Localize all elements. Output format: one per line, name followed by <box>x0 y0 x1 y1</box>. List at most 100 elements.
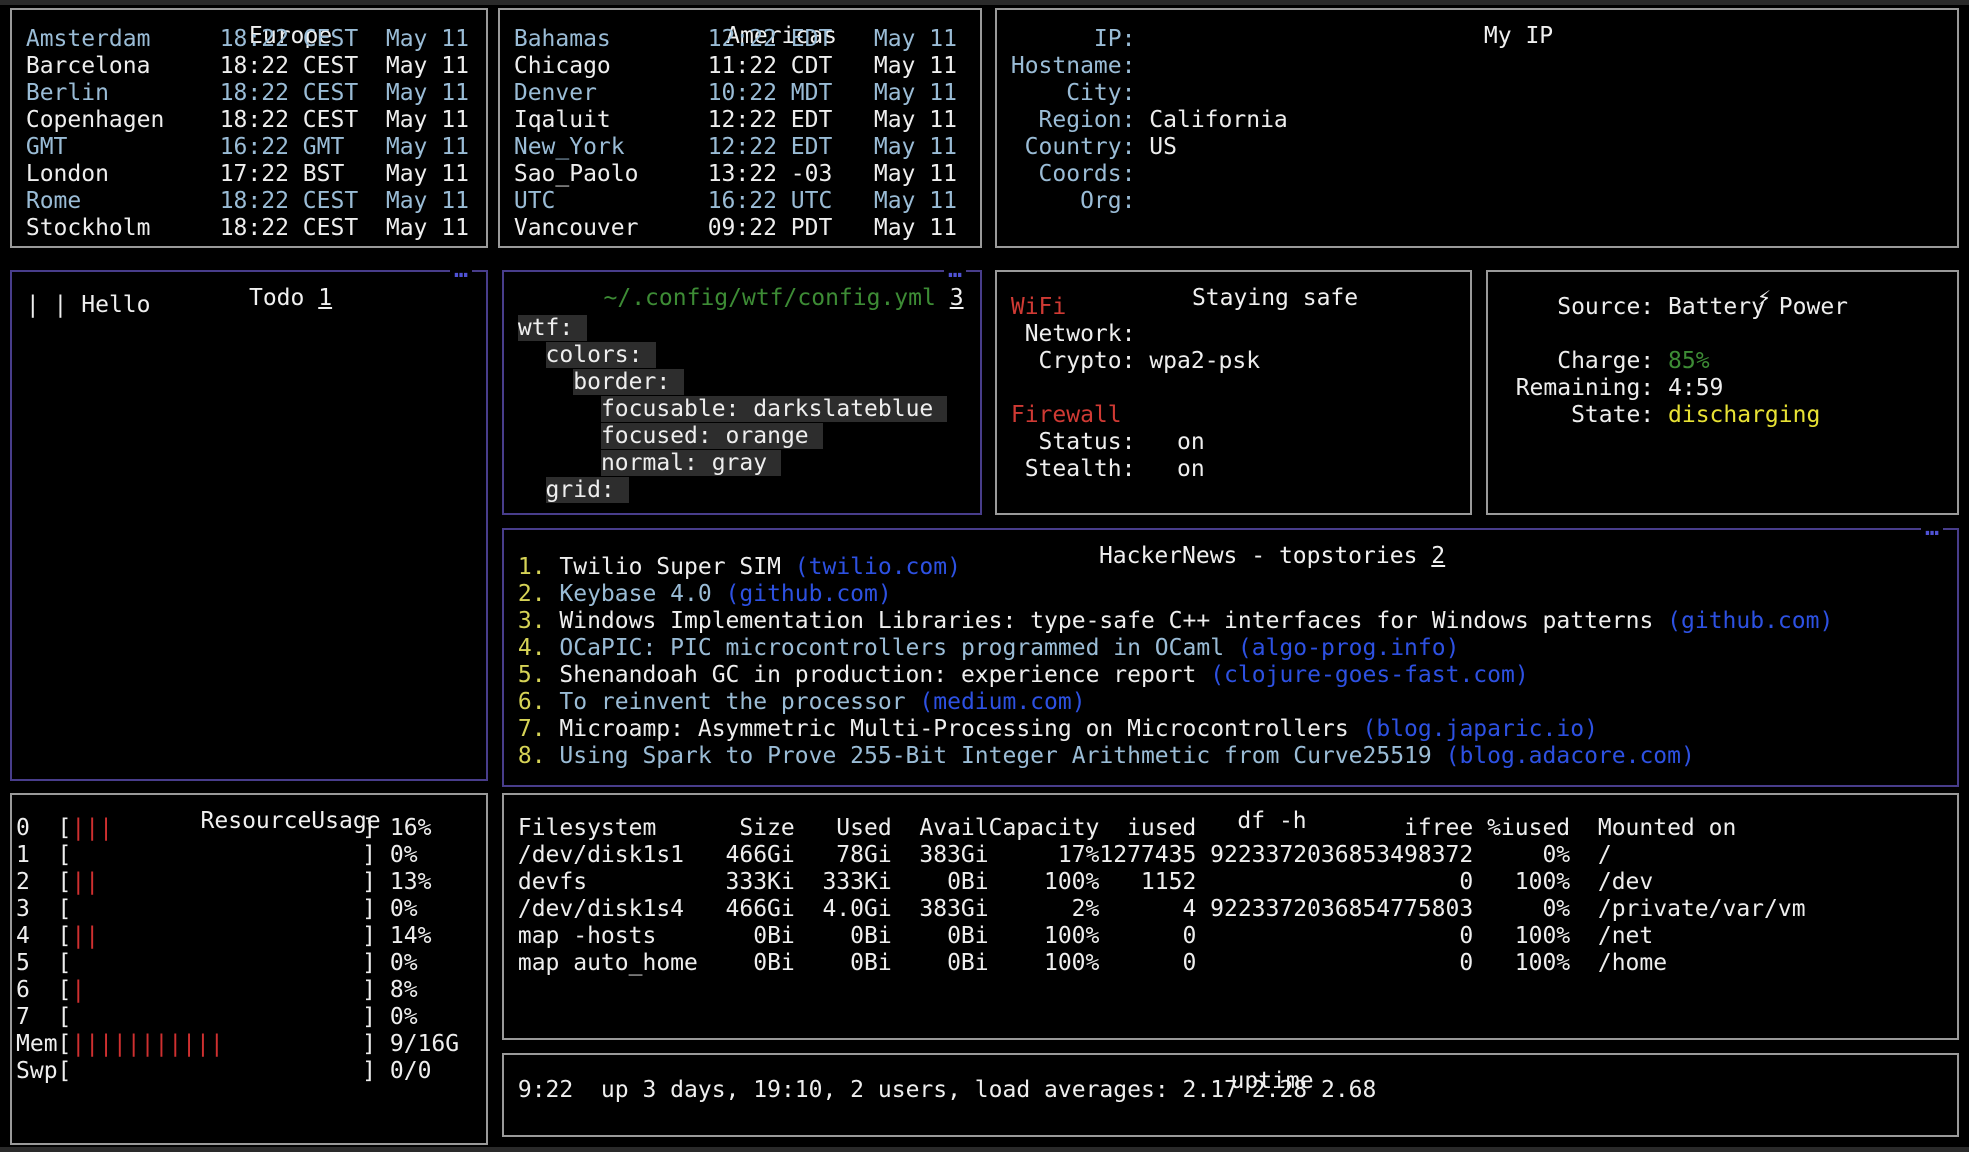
df-mount-point: /private/var/vm <box>1598 896 1806 923</box>
df-iused: 1152 <box>1099 869 1196 896</box>
hackernews-story[interactable]: 7.Microamp: Asymmetric Multi-Processing … <box>518 716 1957 743</box>
resource-gauge-list: 0[|||]16% 1[]0% 2[||]13% 3[]0% 4[||]14% … <box>12 795 486 1085</box>
gauge-bars: ||||||||||| <box>71 1031 362 1058</box>
story-title[interactable]: Shenandoah GC in production: experience … <box>559 662 1196 688</box>
panel-todo[interactable]: Todo 1 … | | Hello <box>10 270 488 781</box>
resource-gauge-row: 2[||]13% <box>16 869 486 896</box>
story-domain-link[interactable]: (algo-prog.info) <box>1238 635 1460 661</box>
clock-timezone: MDT <box>791 80 860 107</box>
df-percent-iused: 100% <box>1473 950 1570 977</box>
df-size: 0Bi <box>698 950 795 977</box>
story-title[interactable]: Windows Implementation Libraries: type-s… <box>559 608 1653 634</box>
clock-row: Copenhagen18:22CESTMay 11 <box>26 107 486 134</box>
df-filesystem: /dev/disk1s1 <box>518 842 698 869</box>
disk-usage-table: FilesystemSizeUsedAvailCapacityiusedifre… <box>504 795 1957 977</box>
story-title[interactable]: Keybase 4.0 <box>559 581 711 607</box>
panel-battery: ⚡ Source:Battery Power Charge:85% Remain… <box>1486 270 1959 515</box>
clock-row: London17:22BSTMay 11 <box>26 161 486 188</box>
story-title[interactable]: Using Spark to Prove 255-Bit Integer Ari… <box>559 743 1431 769</box>
hackernews-story[interactable]: 6. To reinvent the processor (medium.com) <box>518 689 1957 716</box>
hackernews-story[interactable]: 3. Windows Implementation Libraries: type… <box>518 608 1957 635</box>
df-used: 333Ki <box>795 869 892 896</box>
ip-info-label: Country: <box>1011 134 1136 161</box>
clock-time: 12:22 <box>708 134 777 161</box>
df-iused: 0 <box>1099 923 1196 950</box>
config-indent <box>518 450 601 476</box>
clock-date: May 11 <box>386 80 469 107</box>
ip-info-row: Hostname: <box>1011 53 1957 80</box>
story-rank: 6. <box>518 689 546 716</box>
gauge-bars: || <box>71 869 362 896</box>
gauge-bars: ||| <box>71 815 362 842</box>
story-rank: 3. <box>518 608 546 635</box>
clock-city: Amsterdam <box>26 26 220 53</box>
clock-row: UTC16:22UTCMay 11 <box>514 188 980 215</box>
clock-city: Chicago <box>514 53 708 80</box>
clock-list-europe: Amsterdam18:22CESTMay 11 Barcelona18:22C… <box>12 10 486 242</box>
clock-city: Iqaluit <box>514 107 708 134</box>
gauge-label: 1 <box>16 842 58 869</box>
panel-clocks-americas: Americas Bahamas12:22EDTMay 11 Chicago11… <box>498 8 982 248</box>
story-domain-link[interactable]: (twilio.com) <box>795 554 961 580</box>
ip-info-row: Region:California <box>1011 107 1957 134</box>
clock-city: London <box>26 161 220 188</box>
df-capacity: 100% <box>989 950 1100 977</box>
hackernews-story[interactable]: 1.Twilio Super SIM(twilio.com) <box>518 554 1957 581</box>
story-domain-link[interactable]: (blog.adacore.com) <box>1446 743 1695 769</box>
clock-time: 18:22 <box>220 188 289 215</box>
clock-timezone: EDT <box>791 107 860 134</box>
clock-timezone: PDT <box>791 215 860 242</box>
clock-date: May 11 <box>386 53 469 80</box>
story-title[interactable]: OCaPIC: PIC microcontrollers programmed … <box>559 635 1224 661</box>
config-line-text: grid: <box>546 477 629 503</box>
panel-hackernews[interactable]: HackerNews - topstories 2 … 1.Twilio Sup… <box>502 528 1959 787</box>
hackernews-story[interactable]: 5.Shenandoah GC in production: experienc… <box>518 662 1957 689</box>
clock-city: Vancouver <box>514 215 708 242</box>
panel-staying-safe: Staying safe WiFi Network: Crypto: wpa2-… <box>995 270 1472 515</box>
story-domain-link[interactable]: (blog.japaric.io) <box>1363 716 1598 742</box>
clock-time: 11:22 <box>708 53 777 80</box>
clock-time: 18:22 <box>220 26 289 53</box>
df-filesystem: map auto_home <box>518 950 698 977</box>
story-title[interactable]: To reinvent the processor <box>559 689 905 715</box>
security-status-list: WiFi Network: Crypto: wpa2-psk Firewall … <box>997 272 1470 483</box>
df-ifree: 0 <box>1196 950 1473 977</box>
todo-item-text: Hello <box>81 292 150 318</box>
security-status-line: Network: <box>1011 321 1470 348</box>
story-domain-link[interactable]: (medium.com) <box>919 689 1085 715</box>
df-capacity: 17% <box>989 842 1100 869</box>
gauge-label: 4 <box>16 923 58 950</box>
config-line-text: border: <box>573 369 684 395</box>
security-status-line: WiFi <box>1011 294 1470 321</box>
config-indent <box>518 369 573 395</box>
hackernews-story[interactable]: 2.Keybase 4.0(github.com) <box>518 581 1957 608</box>
df-iused: 4 <box>1099 896 1196 923</box>
df-size: 466Gi <box>698 896 795 923</box>
panel-config-file[interactable]: ~/.config/wtf/config.yml 3 … wtf: colors… <box>502 270 982 515</box>
gauge-bars: | <box>71 977 362 1004</box>
clock-time: 18:22 <box>220 80 289 107</box>
hackernews-story[interactable]: 4.OCaPIC: PIC microcontrollers programme… <box>518 635 1957 662</box>
df-size: 333Ki <box>698 869 795 896</box>
df-capacity: 100% <box>989 869 1100 896</box>
df-ifree: 9223372036853498372 <box>1196 842 1473 869</box>
story-domain-link[interactable]: (github.com) <box>726 581 892 607</box>
hackernews-story[interactable]: 8.Using Spark to Prove 255-Bit Integer A… <box>518 743 1957 770</box>
df-mount-point: /home <box>1598 950 1667 977</box>
ip-info-label: Coords: <box>1011 161 1136 188</box>
clock-time: 16:22 <box>708 188 777 215</box>
ip-info-row: Org: <box>1011 188 1957 215</box>
todo-checkbox[interactable]: | | <box>26 292 68 318</box>
todo-item[interactable]: | | Hello <box>26 292 486 319</box>
resource-gauge-row: 0[|||]16% <box>16 815 486 842</box>
disk-table-header: FilesystemSizeUsedAvailCapacityiusedifre… <box>518 815 1957 842</box>
clock-date: May 11 <box>874 215 957 242</box>
story-title[interactable]: Twilio Super SIM <box>559 554 781 580</box>
story-domain-link[interactable]: (clojure-goes-fast.com) <box>1210 662 1529 688</box>
config-indent <box>518 342 546 368</box>
clock-row: Amsterdam18:22CESTMay 11 <box>26 26 486 53</box>
story-title[interactable]: Microamp: Asymmetric Multi-Processing on… <box>559 716 1348 742</box>
clock-city: Stockholm <box>26 215 220 242</box>
clock-date: May 11 <box>874 161 957 188</box>
story-domain-link[interactable]: (github.com) <box>1667 608 1833 634</box>
